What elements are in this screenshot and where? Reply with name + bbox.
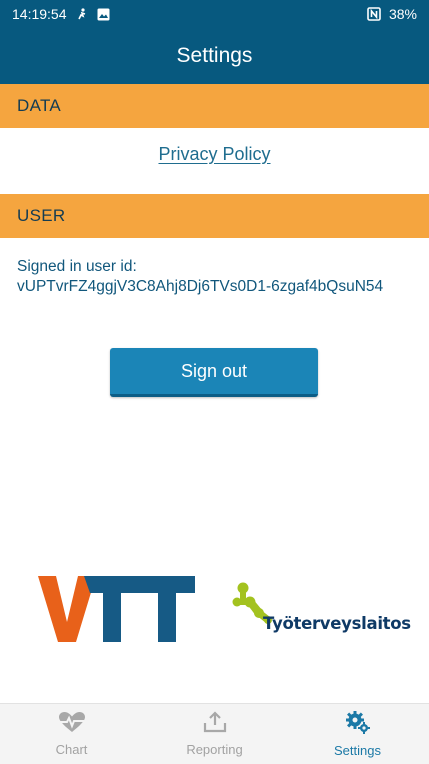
battery-text: 38%: [388, 6, 417, 22]
page-title: Settings: [176, 44, 253, 67]
status-left: 14:19:54: [12, 6, 110, 22]
section-header-data-label: DATA: [17, 96, 62, 115]
section-header-data: DATA: [0, 84, 429, 128]
ttl-logo-text: Työterveyslaitos: [263, 614, 411, 633]
vtt-logo: [38, 576, 196, 649]
status-right: 38%: [367, 6, 417, 22]
section-header-user-label: USER: [17, 206, 66, 225]
sign-out-button[interactable]: Sign out: [110, 348, 318, 397]
nfc-icon: [367, 7, 381, 21]
upload-icon: [203, 711, 227, 738]
nav-item-reporting[interactable]: Reporting: [143, 704, 286, 764]
app-bar: Settings: [0, 28, 429, 84]
user-info: Signed in user id: vUPTvrFZ4ggjV3C8Ahj8D…: [17, 257, 422, 297]
gears-icon: [345, 710, 371, 739]
privacy-policy-link[interactable]: Privacy Policy: [158, 144, 270, 165]
nav-item-settings[interactable]: Settings: [286, 704, 429, 764]
heart-pulse-icon: [58, 711, 86, 738]
user-id-value: vUPTvrFZ4ggjV3C8Ahj8Dj6TVs0D1-6zgaf4bQsu…: [17, 278, 384, 295]
section-header-user: USER: [0, 194, 429, 238]
bottom-nav: Chart Reporting Settings: [0, 703, 429, 764]
nav-label-reporting: Reporting: [186, 742, 243, 757]
nav-label-chart: Chart: [55, 742, 88, 757]
privacy-policy-row: Privacy Policy: [0, 128, 429, 180]
activity-icon: [76, 8, 88, 20]
image-icon: [97, 8, 110, 21]
nav-item-chart[interactable]: Chart: [0, 704, 143, 764]
user-id-label: Signed in user id:: [17, 258, 137, 275]
nav-label-settings: Settings: [334, 743, 381, 758]
status-time: 14:19:54: [12, 6, 67, 22]
status-bar: 14:19:54 38%: [0, 0, 429, 28]
